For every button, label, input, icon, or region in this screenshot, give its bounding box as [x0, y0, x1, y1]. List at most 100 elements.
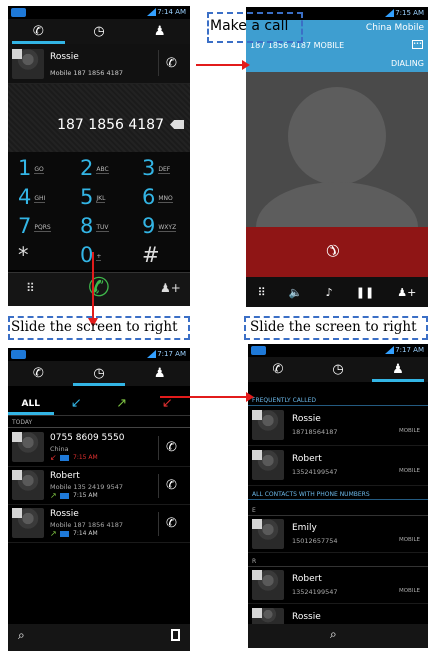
search-icon[interactable]: ⌕ [330, 627, 337, 642]
signal-icon [147, 350, 156, 358]
key-0[interactable]: 0 + [80, 243, 102, 267]
tab-dialer[interactable]: ✆ [8, 19, 69, 44]
call-time: 7:15 AM [73, 454, 98, 461]
key-letters: WXYZ [158, 223, 177, 232]
end-call-icon[interactable]: ✆ [321, 239, 344, 262]
arrow-right-bottom [160, 396, 248, 398]
key-2[interactable]: 2 ABC [80, 156, 109, 180]
end-call-bar[interactable]: ✆ [246, 227, 428, 277]
avatar [252, 450, 284, 480]
number-display: 187 1856 4187 [8, 84, 190, 152]
dialer-action-bar: ⠿ ✆ ♟+ [8, 272, 190, 306]
call-back-icon[interactable]: ✆ [166, 478, 177, 493]
key-letters: ABC [96, 165, 109, 174]
sim-icon [60, 455, 69, 461]
contact-name: Rossie [292, 414, 321, 424]
tab-call-log[interactable]: ◷ [308, 357, 368, 382]
dialpad-icon[interactable]: ⠿ [26, 281, 35, 295]
tab-contacts[interactable]: ♟ [129, 19, 190, 44]
phone-icon: ✆ [32, 24, 44, 39]
contact-row[interactable]: Rossie [248, 606, 428, 626]
tab-call-log[interactable]: ◷ [69, 19, 130, 44]
filter-incoming[interactable]: ↙ [54, 394, 100, 415]
avatar [252, 570, 284, 600]
key-7[interactable]: 7 PQRS [18, 214, 51, 238]
filter-all[interactable]: ALL [8, 394, 54, 415]
speaker-icon[interactable]: 🔈 [289, 286, 303, 299]
contact-number: 18718564187 [292, 428, 338, 436]
call-back-icon[interactable]: ✆ [166, 516, 177, 531]
status-bar: 7:17 AM [8, 348, 190, 361]
avatar [252, 519, 284, 549]
key-digit: 8 [80, 214, 94, 238]
signal-icon [385, 346, 394, 354]
signal-icon [147, 8, 156, 16]
notification-badge [11, 8, 26, 17]
key-4[interactable]: 4 GHI [18, 185, 46, 209]
key-digit: * [18, 243, 29, 267]
contact-suggestion[interactable]: Rossie Mobile 187 1856 4187 ✆ [8, 44, 190, 84]
add-contact-icon[interactable]: ♟+ [160, 281, 181, 295]
dialpad-icon[interactable]: ⠿ [258, 286, 266, 299]
key-5[interactable]: 5 JKL [80, 185, 106, 209]
contact-detail: Mobile 187 1856 4187 [50, 69, 124, 77]
carrier-name: China Mobile [365, 23, 424, 33]
search-icon[interactable]: ⌕ [18, 628, 25, 643]
arrow-right-top [196, 64, 244, 66]
caller-photo [246, 72, 428, 272]
tab-dialer[interactable]: ✆ [248, 357, 308, 382]
filter-outgoing[interactable]: ↗ [99, 394, 145, 415]
key-letters: JKL [96, 194, 106, 203]
key-8[interactable]: 8 TUV [80, 214, 109, 238]
contact-number: 15012657754 [292, 537, 338, 545]
call-back-icon[interactable]: ✆ [166, 440, 177, 455]
tab-contacts[interactable]: ♟ [129, 361, 190, 386]
caller-name: Robert [50, 471, 80, 481]
make-call-caption: Make a call [210, 18, 289, 34]
tab-call-log[interactable]: ◷ [69, 361, 130, 386]
clock-icon: ◷ [93, 366, 105, 381]
arrow-down [92, 252, 94, 320]
contact-row[interactable]: Rossie 18718564187 MOBILE [248, 408, 428, 446]
key-9[interactable]: 9 WXYZ [142, 214, 177, 238]
caller-name: 0755 8609 5550 [50, 433, 125, 443]
key-letters: TUV [96, 223, 109, 232]
call-log-row[interactable]: 0755 8609 5550 China ↙ 7:15 AM ✆ [8, 430, 190, 467]
sim-icon [60, 493, 69, 499]
tab-bar: ✆ ◷ ♟ [8, 361, 190, 386]
call-log-row[interactable]: Rossie Mobile 187 1856 4187 ↗ 7:14 AM ✆ [8, 506, 190, 543]
contact-row[interactable]: Emily 15012657754 MOBILE [248, 517, 428, 553]
avatar [12, 470, 44, 500]
tab-contacts[interactable]: ♟ [368, 357, 428, 382]
hold-icon[interactable]: ❚❚ [356, 286, 374, 299]
contact-row[interactable]: Robert 13524199547 MOBILE [248, 568, 428, 604]
arrow-head [242, 60, 250, 70]
contact-name: Rossie [292, 612, 321, 622]
contact-number: 13524199547 [292, 588, 338, 596]
tab-bar: ✆ ◷ ♟ [8, 19, 190, 44]
add-call-icon[interactable]: ♟+ [397, 286, 416, 299]
contacts-action-bar: ⌕ [248, 624, 428, 648]
mute-icon[interactable]: ♪ [326, 286, 333, 299]
delete-log-icon[interactable] [171, 629, 180, 641]
backspace-icon[interactable] [170, 120, 184, 129]
caller-detail: China [50, 445, 69, 453]
call-log-row[interactable]: Robert Mobile 135 2419 9547 ↗ 7:15 AM ✆ [8, 468, 190, 505]
tab-bar: ✆ ◷ ♟ [248, 357, 428, 382]
key-star[interactable]: * [18, 243, 29, 267]
signal-icon [385, 9, 394, 17]
key-1[interactable]: 1 GO [18, 156, 44, 180]
contact-row[interactable]: Robert 13524199547 MOBILE [248, 448, 428, 486]
overflow-icon[interactable]: ••• [412, 40, 423, 49]
tab-dialer[interactable]: ✆ [8, 361, 69, 386]
section-all-contacts: ALL CONTACTS WITH PHONE NUMBERS [248, 491, 428, 500]
contact-type: MOBILE [398, 588, 420, 594]
call-contact-icon[interactable]: ✆ [166, 56, 177, 71]
contact-name: Emily [292, 523, 317, 533]
key-3[interactable]: 3 DEF [142, 156, 171, 180]
key-hash[interactable]: # [142, 243, 160, 267]
slide-right-caption: Slide the screen to right [250, 319, 417, 335]
key-digit: 9 [142, 214, 156, 238]
key-6[interactable]: 6 MNO [142, 185, 173, 209]
status-time: 7:14 AM [157, 8, 186, 16]
